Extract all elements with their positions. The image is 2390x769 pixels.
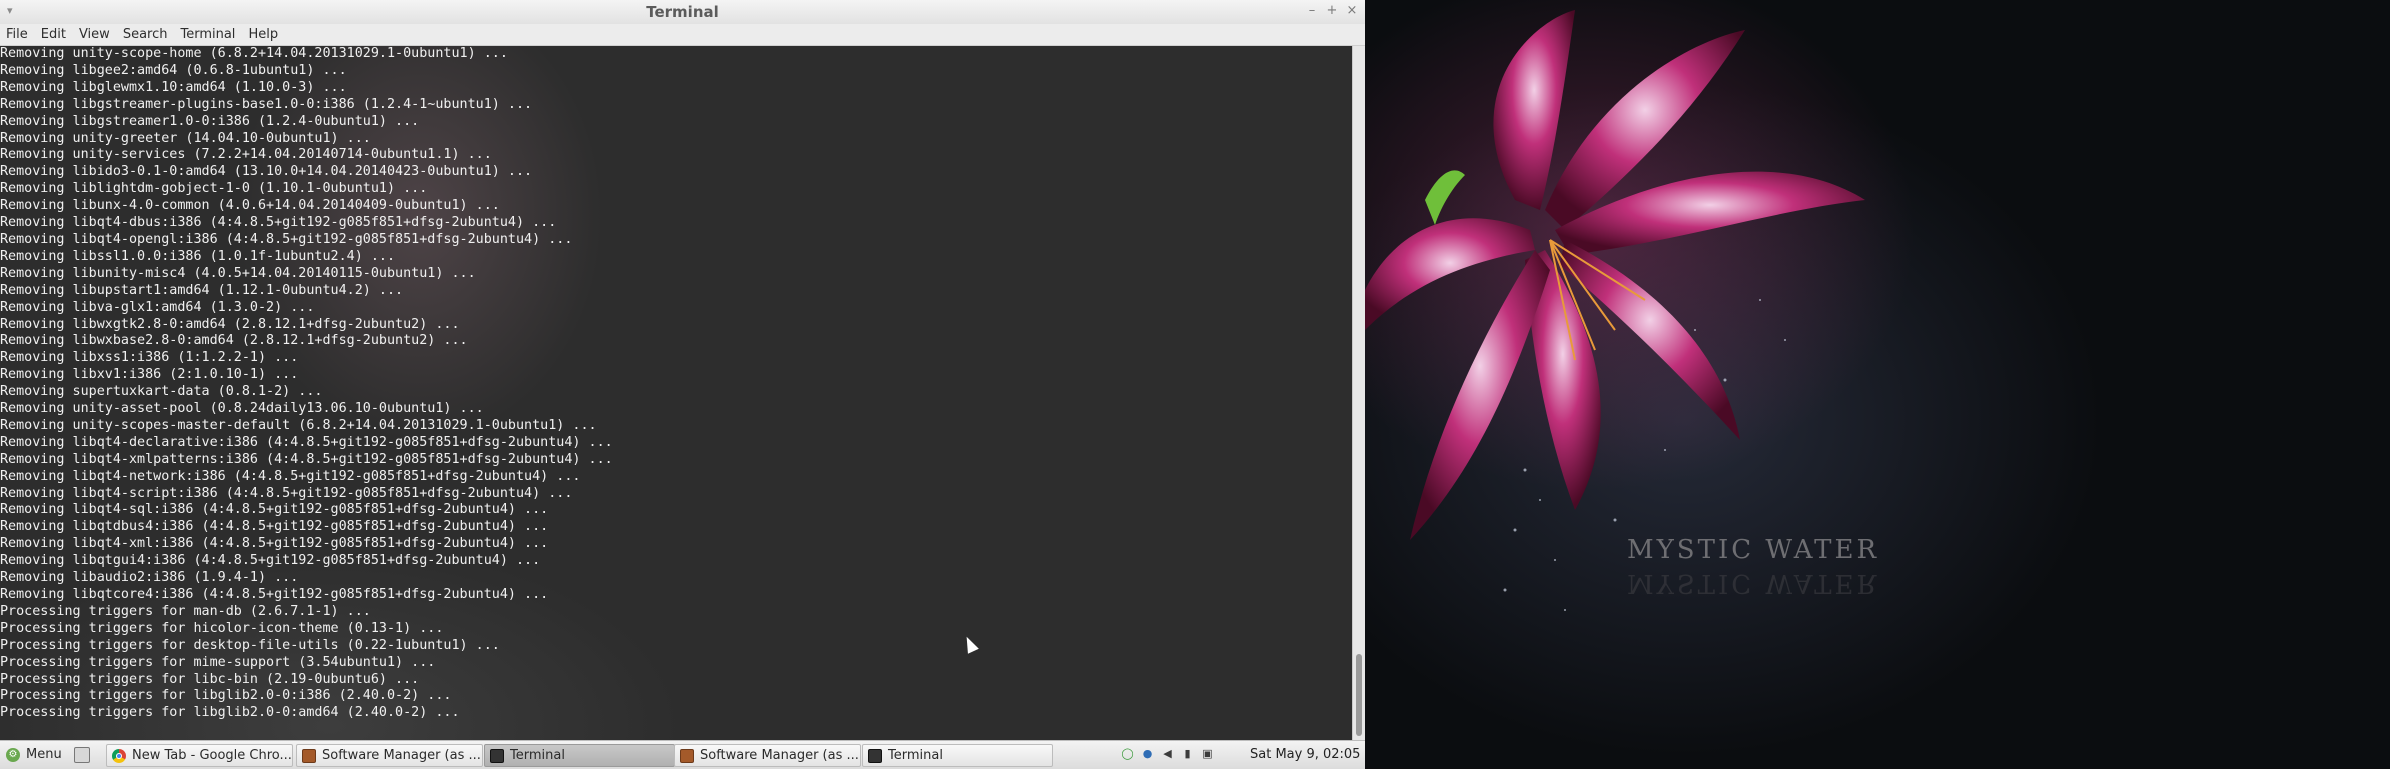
- wallpaper-watermark: MYSTIC WATER: [1627, 535, 1880, 565]
- terminal-line: Processing triggers for desktop-file-uti…: [0, 637, 500, 653]
- lily-flower-illustration: [1365, 0, 1915, 611]
- terminal-icon: [490, 748, 504, 763]
- volume-muted-icon[interactable]: ◀: [1160, 746, 1175, 761]
- menu-view[interactable]: View: [73, 27, 117, 42]
- terminal-line: Removing libaudio2:i386 (1.9.4-1) ...: [0, 570, 299, 586]
- chrome-icon: [112, 748, 126, 763]
- task-chrome[interactable]: New Tab - Google Chro...: [106, 744, 293, 767]
- terminal-line: Removing libqt4-dbus:i386 (4:4.8.5+git19…: [0, 215, 557, 231]
- desktop-wallpaper: MYSTIC WATER MYSTIC WATER: [1365, 0, 2390, 768]
- network-manager-icon[interactable]: ◯: [1120, 746, 1135, 761]
- minimize-icon[interactable]: –: [1305, 2, 1319, 20]
- terminal-line: Removing libssl1.0.0:i386 (1.0.1f-1ubunt…: [0, 248, 396, 264]
- terminal-line: Processing triggers for man-db (2.6.7.1-…: [0, 603, 371, 619]
- terminal-line: Removing libqt4-xml:i386 (4:4.8.5+git192…: [0, 536, 549, 552]
- terminal-line: Removing libqt4-xmlpatterns:i386 (4:4.8.…: [0, 451, 613, 467]
- menu-search[interactable]: Search: [117, 27, 175, 42]
- terminal-line: Removing libupstart1:amd64 (1.12.1-0ubun…: [0, 282, 404, 298]
- terminal-line: Removing libqtdbus4:i386 (4:4.8.5+git192…: [0, 519, 549, 535]
- window-title: Terminal: [646, 3, 719, 21]
- scrollbar-thumb[interactable]: [1356, 654, 1362, 736]
- taskbar: ⚙ Menu New Tab - Google Chro... Software…: [0, 740, 1365, 769]
- terminal-line: Removing libwxbase2.8-0:amd64 (2.8.12.1+…: [0, 333, 468, 349]
- menu-terminal[interactable]: Terminal: [174, 27, 242, 42]
- terminal-line: Removing libqt4-declarative:i386 (4:4.8.…: [0, 434, 613, 450]
- task-software-manager[interactable]: Software Manager (as ...: [296, 744, 483, 767]
- menu-help[interactable]: Help: [242, 27, 285, 42]
- menu-button[interactable]: ⚙ Menu: [6, 747, 62, 762]
- terminal-line: Removing libwxgtk2.8-0:amd64 (2.8.12.1+d…: [0, 316, 460, 332]
- task-label: Terminal: [510, 748, 565, 763]
- terminal-line: Removing libunx-4.0-common (4.0.6+14.04.…: [0, 198, 500, 214]
- terminal-line: Removing libglewmx1.10:amd64 (1.10.0-3) …: [0, 79, 347, 95]
- terminal-line: Processing triggers for hicolor-icon-the…: [0, 620, 444, 636]
- software-manager-icon: [302, 748, 316, 763]
- user-icon[interactable]: ▣: [1200, 746, 1215, 761]
- terminal-scrollbar[interactable]: [1352, 46, 1365, 740]
- task-terminal[interactable]: Terminal: [862, 744, 1053, 767]
- terminal-line: Removing unity-scope-home (6.8.2+14.04.2…: [0, 46, 508, 61]
- task-terminal-active[interactable]: Terminal: [484, 744, 675, 767]
- terminal-line: Removing libqt4-opengl:i386 (4:4.8.5+git…: [0, 231, 573, 247]
- terminal-line: Processing triggers for libglib2.0-0:i38…: [0, 688, 452, 704]
- wallpaper-watermark-reflection: MYSTIC WATER: [1627, 568, 1880, 598]
- show-desktop-icon[interactable]: [74, 747, 90, 763]
- terminal-lines: Removing unity-scope-home (6.8.2+14.04.2…: [0, 46, 613, 722]
- terminal-line: Processing triggers for mime-support (3.…: [0, 654, 436, 670]
- terminal-line: Removing libxss1:i386 (1:1.2.2-1) ...: [0, 350, 299, 366]
- system-tray: ◯ ● ◀ ▮ ▣: [1120, 746, 1215, 761]
- menu-edit[interactable]: Edit: [35, 27, 73, 42]
- task-software-manager-2[interactable]: Software Manager (as ...: [674, 744, 861, 767]
- mint-menu-icon: ⚙: [6, 747, 20, 762]
- menu-button-label: Menu: [26, 747, 62, 762]
- signal-icon[interactable]: ▮: [1180, 746, 1195, 761]
- terminal-line: Removing libunity-misc4 (4.0.5+14.04.201…: [0, 265, 476, 281]
- terminal-line: Removing libqt4-script:i386 (4:4.8.5+git…: [0, 485, 573, 501]
- terminal-line: Removing libqt4-network:i386 (4:4.8.5+gi…: [0, 468, 581, 484]
- terminal-window: ▾ Terminal – + × File Edit View Search T…: [0, 0, 1365, 740]
- terminal-line: Removing unity-scopes-master-default (6.…: [0, 417, 597, 433]
- terminal-line: Processing triggers for libc-bin (2.19-0…: [0, 671, 420, 687]
- terminal-line: Removing unity-services (7.2.2+14.04.201…: [0, 147, 492, 163]
- terminal-line: Removing libgstreamer1.0-0:i386 (1.2.4-0…: [0, 113, 420, 129]
- terminal-line: Removing libqtcore4:i386 (4:4.8.5+git192…: [0, 587, 549, 602]
- task-label: Software Manager (as ...: [322, 748, 481, 763]
- terminal-line: Removing libido3-0.1-0:amd64 (13.10.0+14…: [0, 164, 533, 180]
- terminal-line: Removing unity-greeter (14.04.10-0ubuntu…: [0, 130, 371, 146]
- close-icon[interactable]: ×: [1345, 2, 1359, 20]
- terminal-line: Removing libgstreamer-plugins-base1.0-0:…: [0, 96, 533, 112]
- terminal-output[interactable]: Removing unity-scope-home (6.8.2+14.04.2…: [0, 46, 1352, 740]
- terminal-line: Removing libxv1:i386 (2:1.0.10-1) ...: [0, 367, 299, 383]
- terminal-line: Removing supertuxkart-data (0.8.1-2) ...: [0, 384, 323, 400]
- terminal-line: Removing libqtgui4:i386 (4:4.8.5+git192-…: [0, 553, 541, 569]
- menubar: File Edit View Search Terminal Help: [0, 24, 1365, 46]
- terminal-line: Removing libqt4-sql:i386 (4:4.8.5+git192…: [0, 502, 549, 518]
- task-label: Software Manager (as ...: [700, 748, 859, 763]
- terminal-line: Removing unity-asset-pool (0.8.24daily13…: [0, 401, 484, 417]
- software-manager-icon: [680, 748, 694, 763]
- terminal-line: Processing triggers for libglib2.0-0:amd…: [0, 705, 460, 721]
- terminal-line: Removing libgee2:amd64 (0.6.8-1ubuntu1) …: [0, 62, 347, 78]
- terminal-line: Removing liblightdm-gobject-1-0 (1.10.1-…: [0, 181, 428, 197]
- menu-file[interactable]: File: [0, 27, 35, 42]
- clock[interactable]: Sat May 9, 02:05: [1250, 747, 1360, 762]
- window-titlebar[interactable]: ▾ Terminal – + ×: [0, 0, 1365, 25]
- update-shield-icon[interactable]: ●: [1140, 746, 1155, 761]
- terminal-icon: [868, 748, 882, 763]
- task-label: Terminal: [888, 748, 943, 763]
- task-label: New Tab - Google Chro...: [132, 748, 292, 763]
- maximize-icon[interactable]: +: [1325, 2, 1339, 20]
- terminal-line: Removing libva-glx1:amd64 (1.3.0-2) ...: [0, 299, 315, 315]
